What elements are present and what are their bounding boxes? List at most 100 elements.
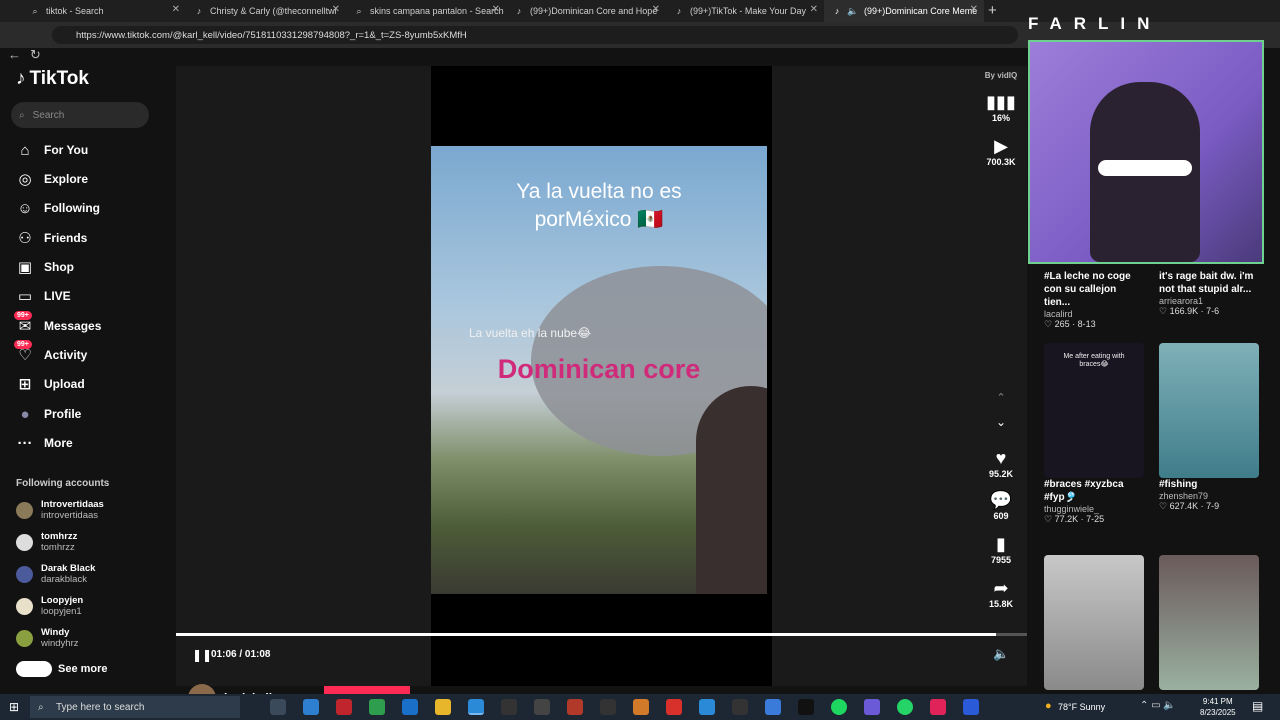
nav-explore[interactable]: ◎ Explore xyxy=(16,168,88,190)
nav-profile[interactable]: ● Profile xyxy=(16,403,81,425)
upload-icon: ⊞ xyxy=(18,376,32,393)
notification-icon[interactable]: ▤ xyxy=(1252,699,1263,713)
spotify-icon[interactable] xyxy=(831,699,847,715)
back-icon[interactable]: ← xyxy=(8,47,21,62)
video-card[interactable]: Me after eating with braces😂 #braces #xyz… xyxy=(1044,343,1144,525)
mail-icon[interactable] xyxy=(402,699,418,715)
nav-for-you[interactable]: ⌂ For You xyxy=(16,139,88,161)
share-button[interactable]: ➦ 15.8K xyxy=(984,578,1018,609)
close-icon[interactable]: ✕ xyxy=(172,4,180,15)
search-icon: ⌕ xyxy=(32,5,38,16)
comment-button[interactable]: 💬 609 xyxy=(984,490,1018,521)
account-item[interactable]: Darak Black darakblack xyxy=(16,563,95,585)
app-icon[interactable] xyxy=(765,699,781,715)
task-view-icon[interactable] xyxy=(270,699,286,715)
account-item[interactable]: Loopyjen loopyjen1 xyxy=(16,595,83,617)
video-thumbnail: Me after eating with braces😂 xyxy=(1044,343,1144,478)
store-icon[interactable] xyxy=(369,699,385,715)
nav-friends[interactable]: ⚇ Friends xyxy=(16,227,87,249)
save-button[interactable]: ▮ 7955 xyxy=(984,534,1018,565)
tiktok-icon: ♪ xyxy=(516,6,522,16)
video-thumbnail xyxy=(1044,555,1144,690)
next-video-button[interactable]: ⌄ xyxy=(984,415,1018,429)
app-icon[interactable] xyxy=(600,699,616,715)
search-icon: ⌕ xyxy=(38,701,44,713)
taskbar-search-input[interactable]: ⌕ Type here to search xyxy=(30,696,240,718)
video-card[interactable] xyxy=(1159,555,1259,690)
url-field[interactable]: https://www.tiktok.com/@karl_kell/video/… xyxy=(52,26,1018,44)
weather-text[interactable]: 78°F Sunny xyxy=(1058,702,1105,712)
avatar xyxy=(16,565,33,583)
streamer-name-overlay: FARLIN xyxy=(1028,14,1162,33)
prev-video-button[interactable]: ⌃ xyxy=(984,391,1018,404)
folder-icon[interactable] xyxy=(435,699,451,715)
webcam-overlay xyxy=(1028,40,1264,264)
youtube-icon[interactable] xyxy=(666,699,682,715)
close-icon[interactable]: ✕ xyxy=(332,4,340,15)
system-tray-icons[interactable]: ⌃ ▭ 🔈 xyxy=(1140,700,1176,711)
browser-tab[interactable]: ⌕ tiktok - Search ✕ xyxy=(22,0,186,22)
close-icon[interactable]: ✕ xyxy=(970,4,978,15)
like-button[interactable]: ♥ 95.2K xyxy=(984,448,1018,479)
video-card[interactable]: #La leche no coge con su callejon tien..… xyxy=(1044,270,1144,330)
see-more-link[interactable]: See more xyxy=(16,661,108,677)
close-icon[interactable]: ✕ xyxy=(810,4,818,15)
app-icon[interactable] xyxy=(567,699,583,715)
nav-upload[interactable]: ⊞ Upload xyxy=(16,373,85,395)
nav-activity[interactable]: ♡ 99+ Activity xyxy=(14,340,87,366)
nav-live[interactable]: ▭ LIVE xyxy=(16,285,71,307)
browser-tab-active[interactable]: ♪ 🔈 (99+)Dominican Core Meme ✕ xyxy=(824,0,984,22)
following-icon: ☺ xyxy=(17,199,33,217)
app-icon[interactable] xyxy=(501,699,517,715)
activity-icon: ♡ 99+ xyxy=(14,340,34,364)
browser-tab[interactable]: ♪ (99+)Dominican Core and Hope ✕ xyxy=(506,0,666,22)
whatsapp-icon[interactable] xyxy=(897,699,913,715)
browser-tab[interactable]: ⌕ skins campana pantalon - Search ✕ xyxy=(346,0,506,22)
vidiq-label: By vidIQ xyxy=(984,71,1018,80)
browser-tab[interactable]: ♪ (99+)TikTok - Make Your Day ✕ xyxy=(666,0,824,22)
views-counter: ▶ 700.3K xyxy=(984,136,1018,167)
vidiq-score[interactable]: ▮▮▮ 16% xyxy=(984,92,1018,123)
video-thumbnail xyxy=(1159,555,1259,690)
copilot-icon[interactable] xyxy=(303,699,319,715)
bookmark-icon: ▮ xyxy=(996,534,1006,554)
app-icon[interactable] xyxy=(963,699,979,715)
app-icon[interactable] xyxy=(864,699,880,715)
follow-button[interactable] xyxy=(324,686,410,694)
chevron-up-icon: ⌃ xyxy=(996,392,1006,404)
nav-more[interactable]: ··· More xyxy=(16,432,73,454)
app-icon[interactable] xyxy=(732,699,748,715)
account-item[interactable]: Windy windyhrz xyxy=(16,627,79,649)
close-icon[interactable]: ✕ xyxy=(492,4,500,15)
app-icon[interactable] xyxy=(534,699,550,715)
video-card[interactable] xyxy=(1044,555,1144,690)
tiktok-icon[interactable] xyxy=(930,699,946,715)
pause-icon[interactable]: ❚❚ xyxy=(192,648,212,662)
edge-icon[interactable] xyxy=(699,699,715,715)
taskbar-clock[interactable]: 9:41 PM 8/23/2025 xyxy=(1200,696,1236,718)
close-icon[interactable]: ✕ xyxy=(652,4,660,15)
nav-messages[interactable]: ✉ 99+ Messages xyxy=(14,311,101,337)
edge-icon[interactable] xyxy=(468,699,484,715)
profile-icon: ● xyxy=(20,405,30,423)
app-icon[interactable] xyxy=(798,699,814,715)
messages-icon: ✉ 99+ xyxy=(14,311,34,335)
play-icon: ▶ xyxy=(994,136,1008,156)
video-frame[interactable]: Ya la vuelta no es porMéxico 🇲🇽 La vuelt… xyxy=(431,146,767,594)
new-tab-icon[interactable]: + xyxy=(988,2,997,19)
video-card[interactable]: it's rage bait dw. i'm not that stupid a… xyxy=(1159,270,1259,317)
windows-start-icon[interactable]: ⊞ xyxy=(9,700,19,714)
search-input[interactable]: ⌕ Search xyxy=(11,102,149,128)
browser-tab[interactable]: ♪ Christy & Carly (@theconnelltwi ✕ xyxy=(186,0,346,22)
nav-following[interactable]: ☺ Following xyxy=(16,197,100,219)
app-icon[interactable] xyxy=(336,699,352,715)
nav-shop[interactable]: ▣ Shop xyxy=(16,256,74,278)
video-card[interactable]: #fishing zhenshen79 ♡ 627.4K · 7-9 xyxy=(1159,343,1259,512)
account-item[interactable]: tomhrzz tomhrzz xyxy=(16,531,77,553)
tiktok-logo[interactable]: ♪ TikTok xyxy=(16,68,89,90)
search-icon: ⌕ xyxy=(356,5,362,16)
app-icon[interactable] xyxy=(633,699,649,715)
refresh-icon[interactable]: ↻ xyxy=(30,47,41,63)
account-item[interactable]: Introvertidaas introvertidaas xyxy=(16,499,104,521)
volume-icon[interactable]: 🔈 xyxy=(993,646,1009,662)
